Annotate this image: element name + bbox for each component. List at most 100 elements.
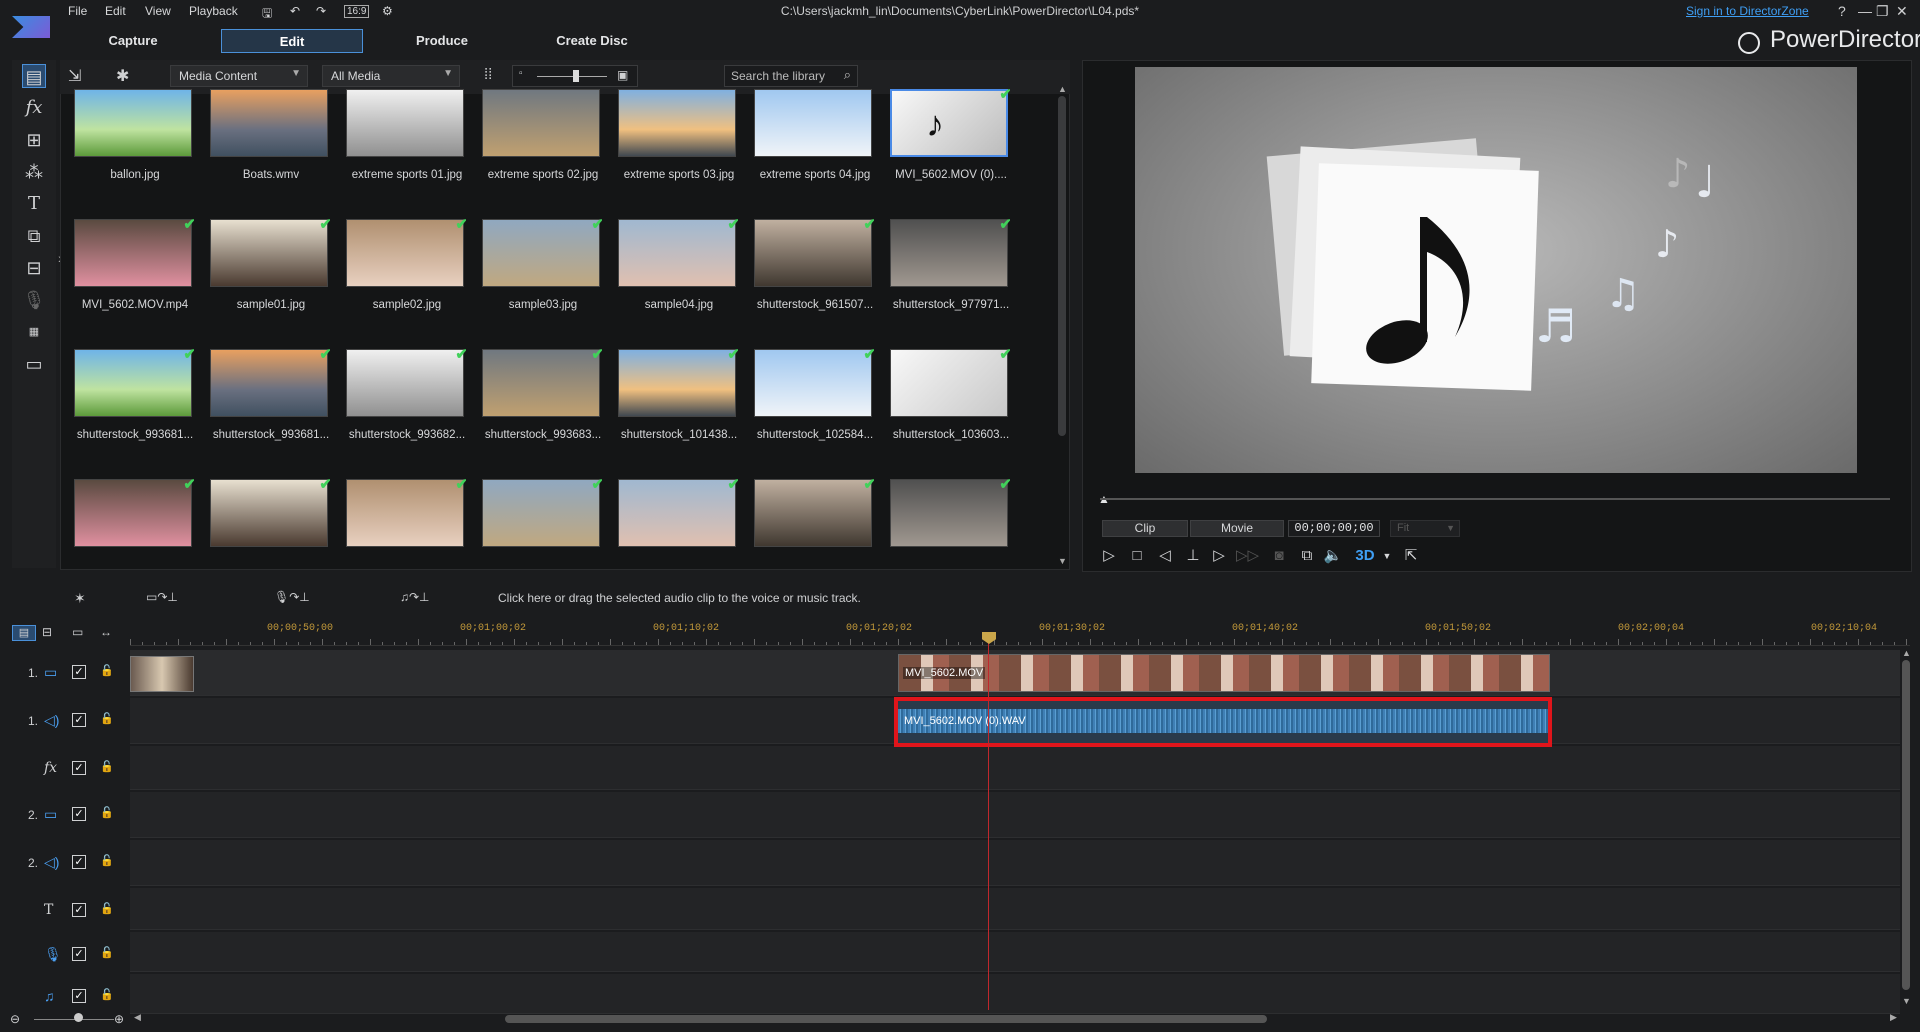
track-lock-icon[interactable]: 🔓: [100, 988, 114, 1001]
media-item[interactable]: ✔: [614, 479, 738, 570]
3d-mode-toggle[interactable]: 3D: [1354, 545, 1376, 567]
filter-dropdown[interactable]: All Media ▼: [322, 65, 460, 87]
tab-create-disc[interactable]: Create Disc: [521, 29, 663, 53]
snapshot-icon[interactable]: ◙: [1268, 545, 1290, 567]
chevron-down-icon[interactable]: ▼: [1376, 545, 1398, 567]
media-item[interactable]: ✔ sample02.jpg: [342, 219, 466, 341]
track-enable-checkbox[interactable]: ✓: [72, 947, 86, 961]
tab-capture[interactable]: Capture: [62, 29, 204, 53]
voice-over-icon[interactable]: 🎙: [22, 288, 46, 312]
media-item[interactable]: extreme sports 02.jpg: [478, 89, 602, 211]
movie-mode-button[interactable]: Movie: [1190, 520, 1284, 537]
media-item[interactable]: extreme sports 01.jpg: [342, 89, 466, 211]
timeline-hint[interactable]: Click here or drag the selected audio cl…: [498, 591, 861, 605]
title-room-icon[interactable]: T: [22, 192, 46, 216]
track-lock-icon[interactable]: 🔓: [100, 902, 114, 915]
audio-clip-selected[interactable]: MVI_5602.MOV (0).WAV: [894, 697, 1552, 747]
track-lock-icon[interactable]: 🔓: [100, 760, 114, 773]
media-item[interactable]: ✔: [206, 479, 330, 570]
transition-room-icon[interactable]: ⧉: [22, 224, 46, 248]
scroll-up-icon[interactable]: ▲: [1902, 648, 1911, 658]
media-item[interactable]: ✔ shutterstock_101438...: [614, 349, 738, 471]
track-enable-checkbox[interactable]: ✓: [72, 807, 86, 821]
track-row-audio[interactable]: [130, 840, 1900, 886]
search-icon[interactable]: ⌕: [844, 67, 851, 83]
magic-tools-icon[interactable]: ✶: [74, 590, 86, 607]
media-item[interactable]: ✔: [70, 479, 194, 570]
volume-icon[interactable]: 🔈: [1322, 545, 1344, 567]
media-item[interactable]: ✔ shutterstock_993682...: [342, 349, 466, 471]
particle-room-icon[interactable]: ⁂: [22, 160, 46, 184]
grid-view-icon[interactable]: ⁞⁞: [484, 66, 492, 83]
scroll-down-icon[interactable]: ▼: [1058, 556, 1067, 566]
redo-icon[interactable]: ↷: [316, 4, 326, 18]
track-enable-checkbox[interactable]: ✓: [72, 855, 86, 869]
media-item[interactable]: ballon.jpg: [70, 89, 194, 211]
track-row-fx[interactable]: [130, 746, 1900, 790]
media-item[interactable]: Boats.wmv: [206, 89, 330, 211]
media-item[interactable]: ✔ shutterstock_993681...: [70, 349, 194, 471]
audio-mixing-icon[interactable]: ⊟: [22, 256, 46, 280]
preview-quality-icon[interactable]: ⧉: [1296, 545, 1318, 567]
timeline-ruler[interactable]: 00;00;50;00 00;01;00;02 00;01;10;02 00;01;2…: [130, 620, 1910, 646]
media-item[interactable]: extreme sports 04.jpg: [750, 89, 874, 211]
subtitle-room-icon[interactable]: ▭: [22, 352, 46, 376]
menu-file[interactable]: File: [68, 4, 87, 18]
track-row-video[interactable]: [130, 792, 1900, 838]
insert-voice-icon[interactable]: 🎙↷⊥: [274, 590, 310, 604]
scroll-right-icon[interactable]: ▶: [1890, 1012, 1897, 1023]
thumbnail-size-slider[interactable]: ▫ ▣: [512, 65, 638, 87]
menu-playback[interactable]: Playback: [189, 4, 238, 18]
track-lock-icon[interactable]: 🔓: [100, 854, 114, 867]
media-room-icon[interactable]: ▤: [22, 64, 46, 88]
media-item[interactable]: ✔ sample01.jpg: [206, 219, 330, 341]
media-item[interactable]: ✔ sample03.jpg: [478, 219, 602, 341]
track-lock-icon[interactable]: 🔓: [100, 712, 114, 725]
media-item[interactable]: ✔ sample04.jpg: [614, 219, 738, 341]
zoom-out-icon[interactable]: ⊖: [10, 1012, 20, 1026]
next-frame-icon[interactable]: ▷: [1208, 545, 1230, 567]
split-icon[interactable]: ⊥: [1182, 545, 1204, 567]
media-item[interactable]: ✔ shutterstock_993683...: [478, 349, 602, 471]
fx-room-icon[interactable]: fx: [22, 96, 46, 120]
media-item[interactable]: ✔: [886, 479, 1010, 570]
fast-forward-icon[interactable]: ▷▷: [1236, 545, 1259, 567]
aspect-ratio-selector[interactable]: 16:9: [344, 5, 370, 18]
scroll-left-icon[interactable]: ◀: [134, 1012, 141, 1023]
track-lock-icon[interactable]: 🔓: [100, 806, 114, 819]
chapter-room-icon[interactable]: ▦: [22, 320, 46, 344]
media-item[interactable]: ♪ ✔ MVI_5602.MOV (0)....: [886, 89, 1010, 211]
pip-room-icon[interactable]: ⊞: [22, 128, 46, 152]
track-manager-icon[interactable]: ▭: [72, 625, 83, 639]
settings-gear-icon[interactable]: ⚙: [382, 4, 393, 18]
menu-edit[interactable]: Edit: [105, 4, 126, 18]
slider-thumb[interactable]: [573, 70, 579, 82]
video-clip-mvi5602[interactable]: MVI_5602.MOV: [898, 654, 1550, 692]
timeline-horizontal-scrollbar[interactable]: [505, 1015, 1267, 1023]
undock-preview-icon[interactable]: ⇱: [1400, 545, 1422, 567]
track-enable-checkbox[interactable]: ✓: [72, 903, 86, 917]
media-item[interactable]: ✔ shutterstock_961507...: [750, 219, 874, 341]
media-item[interactable]: ✔ shutterstock_103603...: [886, 349, 1010, 471]
plugins-icon[interactable]: ✱: [116, 66, 129, 86]
track-lock-icon[interactable]: 🔓: [100, 946, 114, 959]
zoom-slider-thumb[interactable]: [74, 1013, 83, 1022]
track-row-music[interactable]: [130, 974, 1900, 1014]
media-item[interactable]: ✔: [750, 479, 874, 570]
zoom-in-icon[interactable]: ⊕: [114, 1012, 124, 1026]
track-enable-checkbox[interactable]: ✓: [72, 989, 86, 1003]
timeline-vertical-scrollbar[interactable]: [1902, 660, 1910, 990]
library-scrollbar[interactable]: [1058, 96, 1066, 436]
close-icon[interactable]: ✕: [1896, 3, 1908, 20]
media-item[interactable]: ✔ shutterstock_102584...: [750, 349, 874, 471]
track-enable-checkbox[interactable]: ✓: [72, 761, 86, 775]
timeline-playhead[interactable]: [988, 634, 989, 1010]
track-enable-checkbox[interactable]: ✓: [72, 665, 86, 679]
media-content-dropdown[interactable]: Media Content ▼: [170, 65, 308, 87]
save-icon[interactable]: 🖫: [262, 4, 272, 25]
media-item[interactable]: extreme sports 03.jpg: [614, 89, 738, 211]
seek-bar[interactable]: [1100, 498, 1890, 500]
track-row-title[interactable]: [130, 888, 1900, 930]
search-input[interactable]: Search the library ⌕: [724, 65, 858, 87]
fit-timeline-icon[interactable]: ↔: [100, 625, 112, 639]
